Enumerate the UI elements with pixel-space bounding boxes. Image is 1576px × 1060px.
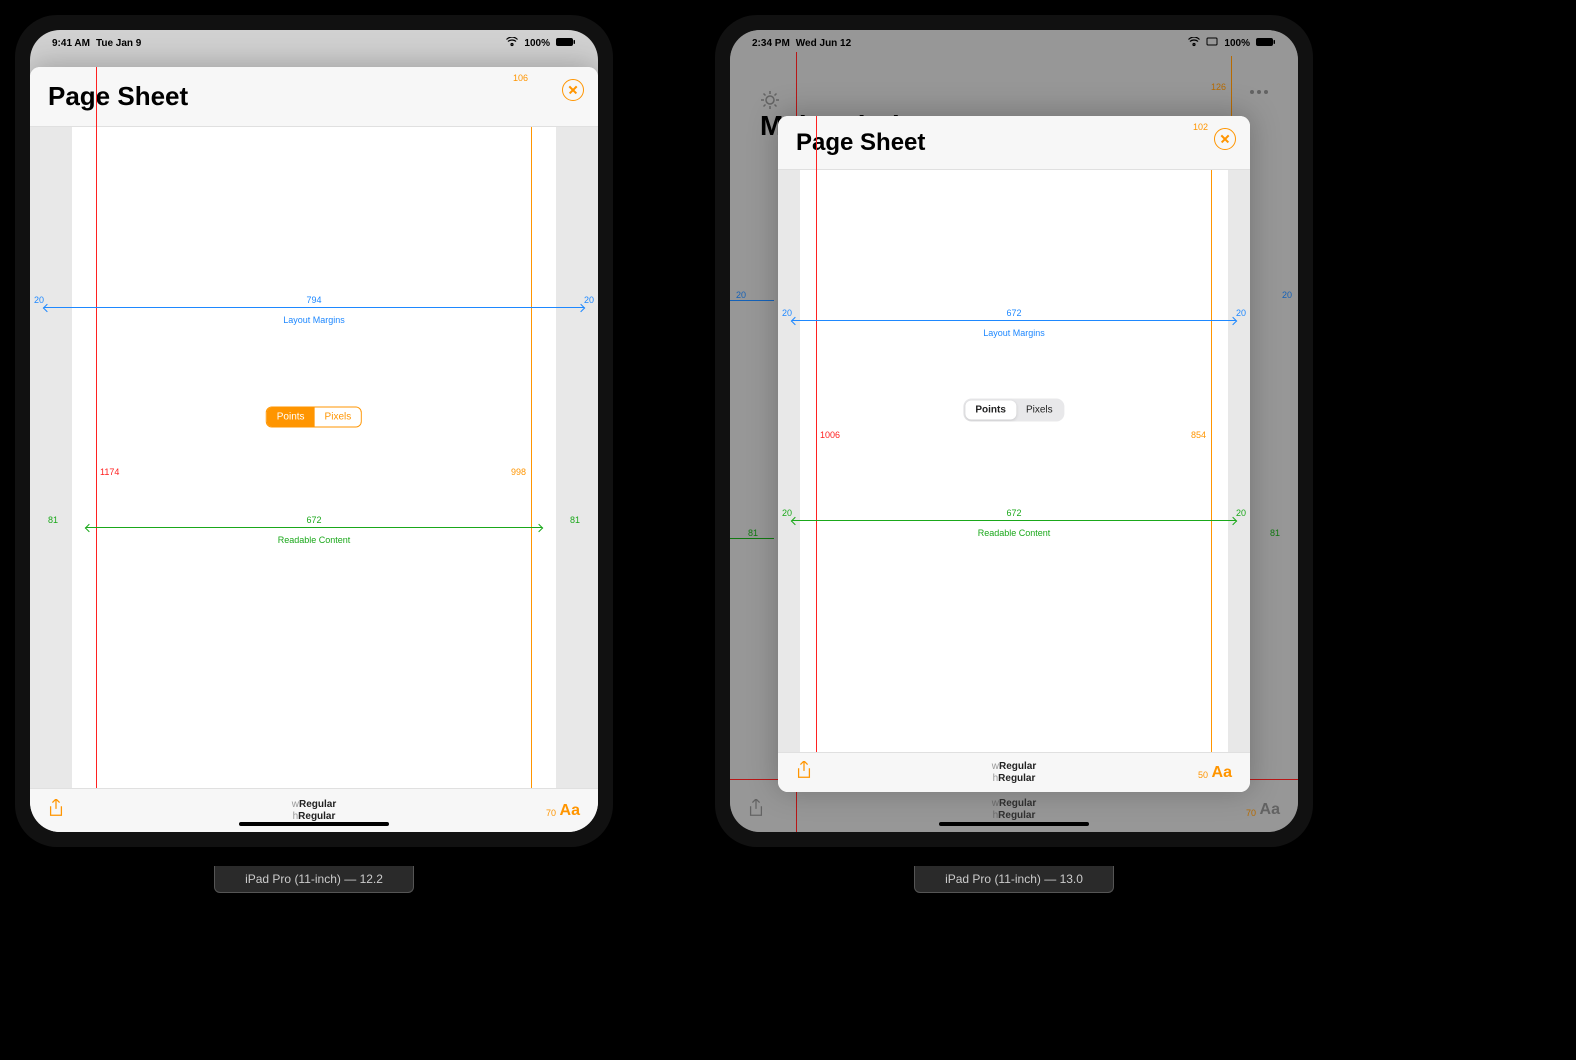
battery-percent: 100% — [524, 38, 550, 49]
screen: 9:41 AM Tue Jan 9 100% 20 Page Sheet — [30, 30, 598, 832]
sheet-body: 1006 854 672 Layout Margins 20 20 672 Re… — [778, 170, 1250, 752]
screen: 2:34 PM Wed Jun 12 100% Main Window — [730, 30, 1298, 832]
meas-layout-margins-width: 794 — [306, 295, 321, 305]
guide-safe-height-orange — [531, 127, 532, 788]
label-layout-margins: Layout Margins — [983, 328, 1045, 338]
meas-readable-width: 672 — [1006, 508, 1021, 518]
share-icon[interactable] — [796, 761, 812, 784]
size-class-readout: wRegular hRegular — [292, 799, 336, 823]
meas-safe-height-orange: 998 — [511, 467, 526, 477]
sheet-title: Page Sheet — [778, 129, 925, 157]
more-menu-icon[interactable] — [1250, 90, 1268, 94]
wifi-icon — [506, 37, 518, 50]
home-indicator[interactable] — [239, 822, 389, 826]
text-size-icon[interactable]: Aa — [1212, 764, 1232, 782]
bg-meas-readable-left: 81 — [748, 528, 758, 538]
sheet-footer: wRegular hRegular 50 Aa — [778, 752, 1250, 792]
guide-layout-margins — [44, 307, 584, 308]
meas-sheet-height-red: 1006 — [820, 430, 840, 440]
inset-margin-right — [1228, 170, 1250, 752]
status-time: 9:41 AM — [52, 38, 90, 49]
bg-meas-safe-top-orange: 126 — [1211, 82, 1226, 92]
bg-meas-safe-bottom-orange: 70 — [1246, 808, 1256, 818]
text-size-icon[interactable]: Aa — [560, 802, 580, 820]
inset-margin-left — [778, 170, 800, 752]
bg-guide-readable-left — [738, 538, 774, 539]
seg-pixels[interactable]: Pixels — [315, 408, 362, 427]
orientation-lock-icon — [1206, 37, 1218, 50]
text-size-icon[interactable]: Aa — [1260, 801, 1280, 819]
meas-readable-width: 672 — [306, 515, 321, 525]
status-date: Tue Jan 9 — [96, 38, 141, 49]
status-bar: 9:41 AM Tue Jan 9 100% — [30, 34, 598, 52]
share-icon[interactable] — [748, 799, 764, 822]
sheet-header: Page Sheet — [778, 116, 1250, 170]
seg-pixels[interactable]: Pixels — [1016, 401, 1063, 420]
inset-margin-right — [556, 127, 598, 788]
share-icon[interactable] — [48, 799, 64, 822]
bg-meas-layout-left: 20 — [736, 290, 746, 300]
inset-margin-left — [30, 127, 72, 788]
seg-points[interactable]: Points — [965, 401, 1016, 420]
status-time: 2:34 PM — [752, 38, 790, 49]
battery-icon — [556, 37, 576, 50]
status-bar: 2:34 PM Wed Jun 12 100% — [730, 34, 1298, 52]
guide-full-height-red — [96, 67, 97, 832]
page-sheet: Page Sheet 1174 998 794 Layout Margins 2… — [30, 67, 598, 832]
bg-meas-layout-right: 20 — [1282, 290, 1292, 300]
sheet-header: Page Sheet — [30, 67, 598, 127]
label-readable-content: Readable Content — [978, 528, 1051, 538]
device-ipad-12-2: 9:41 AM Tue Jan 9 100% 20 Page Sheet — [15, 15, 613, 847]
meas-layout-margins-width: 672 — [1006, 308, 1021, 318]
size-class-readout: wRegular hRegular — [992, 761, 1036, 785]
label-readable-content: Readable Content — [278, 535, 351, 545]
bg-guide-readable-right — [730, 538, 766, 539]
meas-safe-bottom-orange: 70 — [546, 808, 556, 818]
battery-percent: 100% — [1224, 38, 1250, 49]
close-button[interactable] — [562, 79, 584, 101]
status-date: Wed Jun 12 — [796, 38, 851, 49]
meas-full-height-red: 1174 — [100, 467, 119, 477]
bg-guide-layout-left — [744, 300, 774, 301]
guide-readable-content — [792, 520, 1236, 521]
guide-layout-margins — [792, 320, 1236, 321]
seg-points[interactable]: Points — [267, 408, 315, 427]
wifi-icon — [1188, 37, 1200, 50]
label-layout-margins: Layout Margins — [283, 315, 345, 325]
home-indicator[interactable] — [939, 822, 1089, 826]
bg-guide-layout-right — [730, 300, 760, 301]
device-caption-left: iPad Pro (11-inch) — 12.2 — [15, 866, 613, 893]
bg-meas-readable-right: 81 — [1270, 528, 1280, 538]
guide-sheet-safe-orange — [1211, 170, 1212, 752]
sheet-title: Page Sheet — [30, 81, 188, 112]
battery-icon — [1256, 37, 1276, 50]
sheet-body: 1174 998 794 Layout Margins 20 20 672 Re… — [30, 127, 598, 788]
guide-readable-content — [86, 527, 542, 528]
units-segmented-control[interactable]: Points Pixels — [266, 407, 362, 428]
guide-sheet-height-red — [816, 116, 817, 792]
close-button[interactable] — [1214, 128, 1236, 150]
device-caption-right: iPad Pro (11-inch) — 13.0 — [715, 866, 1313, 893]
device-ipad-13-0: 2:34 PM Wed Jun 12 100% Main Window — [715, 15, 1313, 847]
bg-size-class-readout: wRegular hRegular — [992, 798, 1036, 822]
meas-sheet-safe-orange: 854 — [1191, 430, 1206, 440]
meas-safe-bottom-orange: 50 — [1198, 770, 1208, 780]
units-segmented-control[interactable]: Points Pixels — [963, 399, 1064, 422]
page-sheet: Page Sheet 1006 854 672 Layout Margins 2… — [778, 116, 1250, 792]
